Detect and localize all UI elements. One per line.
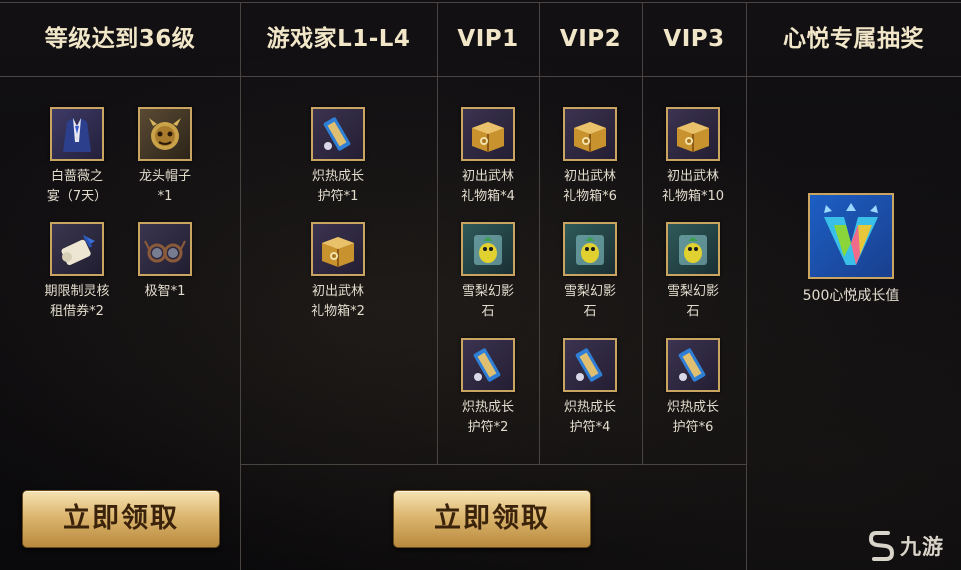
reward-label: 初出武林礼物箱*10 (643, 167, 743, 207)
reward-label-line2: 宴（7天） (46, 189, 108, 204)
claim-vip-reward-button[interactable]: 立即领取 (393, 490, 591, 548)
reward-label: 炽热成长护符*6 (643, 398, 743, 438)
gift-box-icon (461, 107, 515, 161)
reward-label-line2: 护符*4 (569, 420, 611, 435)
reward-label-line1: 雪梨幻影 (563, 284, 616, 299)
reward-label-line1: 龙头帽子 (138, 169, 191, 184)
header-exclusive-lottery: 心悦专属抽奖 (783, 26, 924, 52)
jiuyou-watermark: 九游 (868, 528, 958, 564)
talisman-icon (666, 338, 720, 392)
reward-rose-banquet-suit: 白蔷薇之宴（7天） (27, 107, 127, 207)
reward-table-panel: 等级达到36级 游戏家L1-L4 VIP1 VIP2 VIP3 心悦专属抽奖 白… (0, 0, 961, 570)
lottery-reward-label: 500心悦成长值 (802, 288, 900, 304)
reward-label: 极智*1 (115, 282, 215, 302)
reward-label-line1: 期限制灵核 (44, 284, 110, 299)
reward-label-line1: 炽热成长 (311, 169, 364, 184)
reward-gift-box: 初出武林礼物箱*6 (540, 107, 640, 207)
reward-label-line1: 初出武林 (666, 169, 719, 184)
reward-dragon-head-hat: 龙头帽子 *1 (115, 107, 215, 207)
reward-label-line1: 初出武林 (461, 169, 514, 184)
phantom-stone-icon (461, 222, 515, 276)
gift-box-icon (563, 107, 617, 161)
reward-gift-box: 初出武林礼物箱*10 (643, 107, 743, 207)
phantom-stone-icon (563, 222, 617, 276)
gift-box-icon (666, 107, 720, 161)
reward-label-line1: 雪梨幻影 (461, 284, 514, 299)
reward-label: 炽热成长护符*4 (540, 398, 640, 438)
reward-label-line2: 礼物箱*6 (563, 189, 617, 204)
reward-phantom-stone: 雪梨幻影石 (540, 222, 640, 322)
reward-label: 期限制灵核租借券*2 (27, 282, 127, 322)
grid-line-col-5 (746, 2, 747, 570)
reward-label-line1: 初出武林 (311, 284, 364, 299)
reward-phantom-stone: 雪梨幻影石 (643, 222, 743, 322)
reward-label: 初出武林礼物箱*4 (438, 167, 538, 207)
reward-gift-box: 初出武林礼物箱*4 (438, 107, 538, 207)
gift-box-icon (311, 222, 365, 276)
reward-label: 初出武林礼物箱*2 (288, 282, 388, 322)
reward-gift-box: 初出武林礼物箱*2 (288, 222, 388, 322)
grid-line-bottom-mid (240, 464, 746, 465)
reward-label-line2: 礼物箱*2 (311, 304, 365, 319)
reward-label-line2: 礼物箱*10 (661, 189, 725, 204)
glasses-icon (138, 222, 192, 276)
reward-label: 雪梨幻影石 (438, 282, 538, 322)
header-level-36: 等级达到36级 (44, 26, 196, 52)
reward-label: 龙头帽子 *1 (115, 167, 215, 207)
reward-label-line1: 炽热成长 (666, 400, 719, 415)
claim-level-reward-button[interactable]: 立即领取 (22, 490, 220, 548)
reward-label-line1: 极智*1 (144, 284, 186, 299)
reward-growth-talisman: 炽热成长护符*4 (540, 338, 640, 438)
reward-label-line2: 石 (583, 304, 597, 319)
reward-label-line1: 炽热成长 (563, 400, 616, 415)
reward-growth-talisman: 炽热成长护符*1 (288, 107, 388, 207)
reward-label-line2: 石 (481, 304, 495, 319)
talisman-icon (311, 107, 365, 161)
reward-label-line1: 雪梨幻影 (666, 284, 719, 299)
reward-phantom-stone: 雪梨幻影石 (438, 222, 538, 322)
reward-label-line1: 白蔷薇之 (50, 169, 103, 184)
header-vip1: VIP1 (457, 26, 519, 52)
grid-line-header (0, 76, 961, 77)
reward-label: 雪梨幻影石 (643, 282, 743, 322)
talisman-icon (461, 338, 515, 392)
reward-label: 炽热成长护符*2 (438, 398, 538, 438)
reward-label-line2: 租借券*2 (50, 304, 104, 319)
reward-label-line1: 炽热成长 (461, 400, 514, 415)
reward-label-line2: 护符*2 (467, 420, 509, 435)
header-vip3: VIP3 (663, 26, 725, 52)
watermark-text: 九游 (900, 535, 944, 559)
scroll-icon (50, 222, 104, 276)
reward-growth-talisman: 炽热成长护符*6 (643, 338, 743, 438)
reward-label: 雪梨幻影石 (540, 282, 640, 322)
reward-glasses: 极智*1 (115, 222, 215, 302)
reward-label-line2: 护符*6 (672, 420, 714, 435)
suit-icon (50, 107, 104, 161)
reward-label: 白蔷薇之宴（7天） (27, 167, 127, 207)
reward-label: 初出武林礼物箱*6 (540, 167, 640, 207)
talisman-icon (563, 338, 617, 392)
grid-line-col-1 (240, 2, 241, 570)
xinyue-growth-icon (808, 193, 894, 279)
dragon-hat-icon (138, 107, 192, 161)
phantom-stone-icon (666, 222, 720, 276)
reward-label-line2: 护符*1 (317, 189, 359, 204)
reward-spirit-core-voucher: 期限制灵核租借券*2 (27, 222, 127, 322)
header-player-level: 游戏家L1-L4 (266, 26, 411, 52)
reward-growth-talisman: 炽热成长护符*2 (438, 338, 538, 438)
reward-label-line2: *1 (157, 189, 173, 204)
reward-label: 炽热成长护符*1 (288, 167, 388, 207)
reward-label-line1: 初出武林 (563, 169, 616, 184)
jiuyou-logo-icon (868, 531, 895, 561)
reward-label-line2: 礼物箱*4 (461, 189, 515, 204)
header-vip2: VIP2 (559, 26, 622, 52)
reward-label-line2: 石 (686, 304, 700, 319)
